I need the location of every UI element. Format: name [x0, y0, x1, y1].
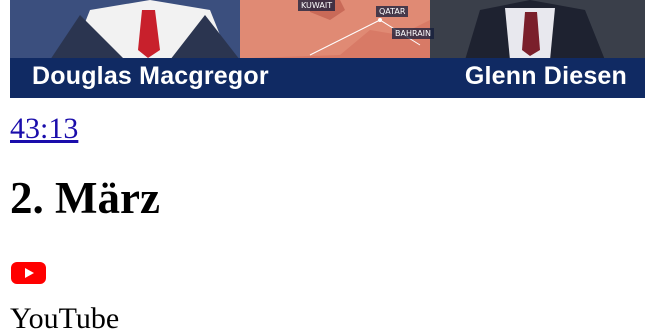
video-thumbnail[interactable]: KUWAIT QATAR BAHRAIN Douglas Macgregor G…	[10, 0, 645, 98]
left-guest-name: Douglas Macgregor	[32, 62, 269, 90]
map-label: QATAR	[376, 6, 409, 17]
video-date: 2. März	[10, 173, 160, 223]
right-guest-name: Glenn Diesen	[464, 62, 627, 90]
video-source: YouTube	[10, 302, 120, 335]
map-label: KUWAIT	[298, 0, 336, 11]
map-label: BAHRAIN	[392, 28, 435, 39]
video-duration-link[interactable]: 43:13	[10, 112, 78, 146]
youtube-icon	[11, 262, 46, 284]
